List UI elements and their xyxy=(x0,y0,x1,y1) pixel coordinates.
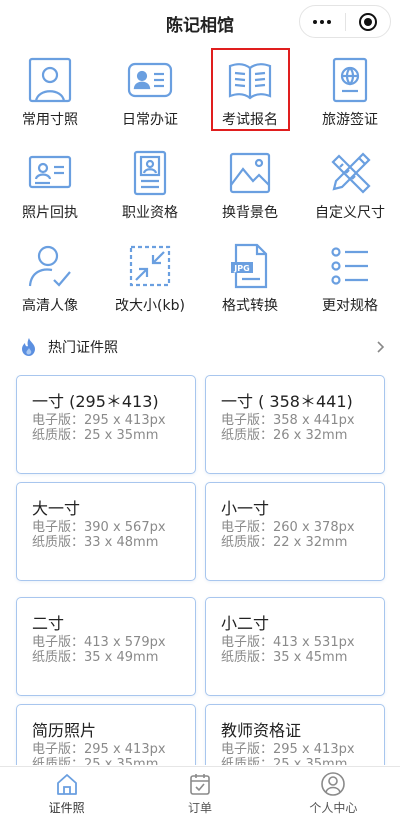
tab-id-photo[interactable]: 证件照 xyxy=(0,767,133,819)
calendar-check-icon xyxy=(190,774,210,795)
card-digital-size: 电子版：390 x 567px xyxy=(32,520,166,535)
hot-section-header[interactable]: 热门证件照 xyxy=(0,330,400,364)
list-icon xyxy=(326,242,374,290)
card-title: 大一寸 xyxy=(32,499,81,518)
hot-photo-list: 一寸 (295＊413) 电子版：295 x 413px 纸质版：25 x 35… xyxy=(0,375,400,765)
card-title: 小一寸 xyxy=(221,499,270,518)
passport-icon xyxy=(326,56,374,104)
tab-label: 订单 xyxy=(187,801,212,815)
card-digital-size: 电子版：295 x 413px xyxy=(32,413,166,428)
grid-item-label: 常用寸照 xyxy=(22,112,78,128)
grid-item-format-convert[interactable]: JPG 格式转换 xyxy=(200,236,300,329)
hot-section-title: 热门证件照 xyxy=(48,340,118,356)
card-digital-size: 电子版：295 x 413px xyxy=(221,742,355,757)
card-digital-size: 电子版：358 x 441px xyxy=(221,413,355,428)
grid-item-label: 日常办证 xyxy=(122,112,178,128)
open-book-icon xyxy=(226,56,274,104)
grid-item-daily-documents[interactable]: 日常办证 xyxy=(100,50,200,143)
person-check-icon xyxy=(26,242,74,290)
ruler-pencil-icon xyxy=(326,149,374,197)
card-paper-size: 纸质版：22 x 32mm xyxy=(221,535,348,550)
photo-spec-card[interactable]: 小一寸 电子版：260 x 378px 纸质版：22 x 32mm xyxy=(205,482,385,581)
grid-item-label: 旅游签证 xyxy=(322,112,378,128)
grid-item-professional-qualification[interactable]: 职业资格 xyxy=(100,143,200,236)
grid-item-hd-portrait[interactable]: 高清人像 xyxy=(0,236,100,329)
flame-icon xyxy=(22,338,35,356)
user-circle-icon xyxy=(321,772,346,796)
compress-arrows-icon xyxy=(126,242,174,290)
grid-item-common-size[interactable]: 常用寸照 xyxy=(0,50,100,143)
photo-spec-card[interactable]: 一寸 (295＊413) 电子版：295 x 413px 纸质版：25 x 35… xyxy=(16,375,196,474)
card-title: 小二寸 xyxy=(221,614,270,633)
card-title: 一寸 (295＊413) xyxy=(32,392,159,411)
more-button[interactable] xyxy=(300,6,345,37)
grid-item-exam-registration[interactable]: 考试报名 xyxy=(200,50,300,143)
landscape-image-icon xyxy=(226,149,274,197)
more-dots-icon xyxy=(313,19,332,24)
photo-spec-card[interactable]: 简历照片 电子版：295 x 413px 纸质版：25 x 35mm xyxy=(16,704,196,765)
card-digital-size: 电子版：413 x 579px xyxy=(32,635,166,650)
card-title: 简历照片 xyxy=(32,721,97,740)
svg-text:JPG: JPG xyxy=(233,264,249,273)
jpg-file-icon: JPG xyxy=(226,242,274,290)
grid-item-label: 照片回执 xyxy=(22,205,78,221)
grid-item-resize-kb[interactable]: 改大小(kb) xyxy=(100,236,200,329)
grid-item-custom-size[interactable]: 自定义尺寸 xyxy=(300,143,400,236)
card-paper-size: 纸质版：35 x 45mm xyxy=(221,650,348,665)
mini-program-capsule xyxy=(299,5,391,38)
tab-label: 个人中心 xyxy=(309,801,358,815)
card-title: 一寸 ( 358＊441) xyxy=(221,392,353,411)
grid-item-label: 考试报名 xyxy=(222,112,278,128)
grid-item-label: 高清人像 xyxy=(22,298,78,314)
grid-item-label: 自定义尺寸 xyxy=(315,205,385,221)
card-paper-size: 纸质版：33 x 48mm xyxy=(32,535,159,550)
card-digital-size: 电子版：295 x 413px xyxy=(32,742,166,757)
grid-item-photo-receipt[interactable]: 照片回执 xyxy=(0,143,100,236)
portrait-icon xyxy=(26,56,74,104)
grid-item-travel-visa[interactable]: 旅游签证 xyxy=(300,50,400,143)
tab-profile[interactable]: 个人中心 xyxy=(267,767,400,819)
function-grid: 常用寸照 日常办证 考试报名 旅游签证 照片回执 职业资格 换背景色 自定义尺寸… xyxy=(0,50,400,329)
card-title: 二寸 xyxy=(32,614,65,633)
card-title: 教师资格证 xyxy=(221,721,302,740)
card-digital-size: 电子版：260 x 378px xyxy=(221,520,355,535)
tab-orders[interactable]: 订单 xyxy=(133,767,266,819)
grid-item-change-background[interactable]: 换背景色 xyxy=(200,143,300,236)
card-paper-size: 纸质版：25 x 35mm xyxy=(32,757,159,765)
card-paper-size: 纸质版：26 x 32mm xyxy=(221,428,348,443)
page-title: 陈记相馆 xyxy=(166,15,234,36)
target-circle-icon xyxy=(358,12,377,31)
chevron-right-icon[interactable] xyxy=(376,338,386,356)
grid-item-label: 职业资格 xyxy=(122,205,178,221)
top-nav-bar: 陈记相馆 xyxy=(0,0,400,46)
tab-label: 证件照 xyxy=(48,801,85,815)
card-paper-size: 纸质版：25 x 35mm xyxy=(32,428,159,443)
grid-item-label: 改大小(kb) xyxy=(115,298,185,314)
bottom-tab-bar: 证件照 订单 个人中心 xyxy=(0,766,400,819)
certificate-icon xyxy=(126,149,174,197)
id-card-icon xyxy=(126,56,174,104)
grid-item-more-specs[interactable]: 更对规格 xyxy=(300,236,400,329)
close-mini-program-button[interactable] xyxy=(346,6,391,37)
card-paper-size: 纸质版：35 x 49mm xyxy=(32,650,159,665)
photo-spec-card[interactable]: 二寸 电子版：413 x 579px 纸质版：35 x 49mm xyxy=(16,597,196,696)
home-icon xyxy=(56,774,77,795)
photo-spec-card[interactable]: 大一寸 电子版：390 x 567px 纸质版：33 x 48mm xyxy=(16,482,196,581)
photo-spec-card[interactable]: 一寸 ( 358＊441) 电子版：358 x 441px 纸质版：26 x 3… xyxy=(205,375,385,474)
grid-item-label: 更对规格 xyxy=(322,298,378,314)
photo-spec-card[interactable]: 小二寸 电子版：413 x 531px 纸质版：35 x 45mm xyxy=(205,597,385,696)
card-paper-size: 纸质版：25 x 35mm xyxy=(221,757,348,765)
grid-item-label: 换背景色 xyxy=(222,205,278,221)
card-digital-size: 电子版：413 x 531px xyxy=(221,635,355,650)
receipt-card-icon xyxy=(26,149,74,197)
photo-spec-card[interactable]: 教师资格证 电子版：295 x 413px 纸质版：25 x 35mm xyxy=(205,704,385,765)
grid-item-label: 格式转换 xyxy=(222,298,278,314)
